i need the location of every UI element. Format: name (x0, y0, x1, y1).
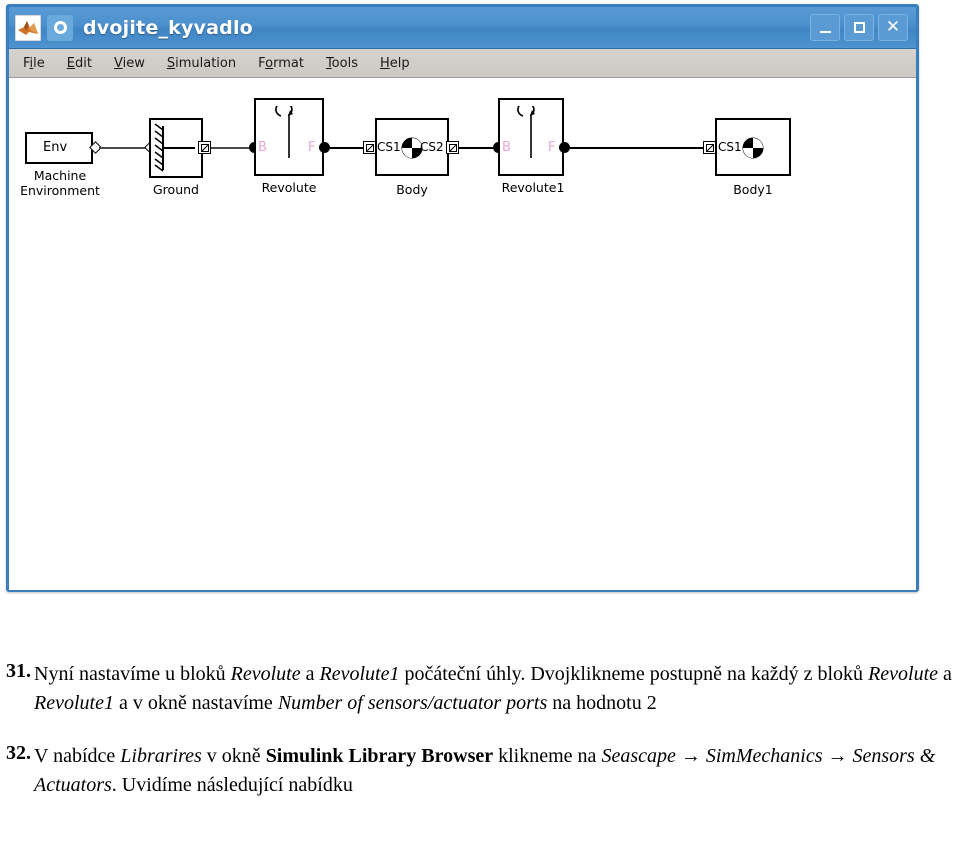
menu-item-help[interactable]: Help (380, 56, 410, 71)
body-label: Body (396, 182, 428, 197)
body-inner-label-cs1: CS1 (377, 140, 401, 154)
minimize-button[interactable] (810, 14, 840, 41)
window-title: dvojite_kyvadlo (83, 16, 253, 39)
menu-item-edit[interactable]: Edit (67, 56, 92, 71)
ground-port-out[interactable] (198, 141, 211, 154)
body1-inner-label-cs1: CS1 (718, 140, 742, 154)
instruction-list: 31. Nyní nastavíme u bloků Revolute a Re… (0, 660, 959, 804)
wire-revolute1-to-body1[interactable] (567, 147, 707, 149)
menu-item-view[interactable]: View (114, 56, 145, 71)
revolute1-joint-icon (517, 106, 535, 158)
menu-item-tools[interactable]: Tools (326, 56, 358, 71)
ground-label: Ground (153, 182, 199, 197)
revolute1-port-label-b: B (502, 140, 511, 155)
revolute-port-label-b: B (258, 140, 267, 155)
menu-item-simulation[interactable]: Simulation (167, 56, 236, 71)
revolute1-port-label-f: F (548, 140, 556, 155)
instruction-item-32: 32. V nabídce Librarires v okně Simulink… (0, 742, 959, 800)
connection-port-icon (448, 143, 457, 152)
matlab-membrane-icon (15, 14, 41, 41)
wire-revolute-to-body[interactable] (327, 147, 367, 149)
connection-port-icon (705, 143, 714, 152)
connection-port-icon (365, 143, 374, 152)
menubar: File Edit View Simulation Format Tools H… (9, 49, 916, 78)
body1-cg-icon (742, 137, 764, 159)
maximize-icon (853, 22, 865, 33)
instruction-text-32: V nabídce Librarires v okně Simulink Lib… (34, 745, 936, 796)
instruction-item-31: 31. Nyní nastavíme u bloků Revolute a Re… (0, 660, 959, 718)
instruction-number-32: 32. (6, 742, 31, 764)
simulink-ring-icon (47, 14, 73, 41)
body1-label: Body1 (733, 182, 773, 197)
ring-shape (53, 21, 67, 34)
menu-item-file[interactable]: File (23, 56, 45, 71)
simulink-model-window: dvojite_kyvadlo ✕ File Edit View Simulat… (6, 4, 919, 592)
close-icon: ✕ (885, 17, 901, 37)
machine-environment-inner-label: Env (43, 140, 68, 155)
connection-port-icon (200, 143, 209, 152)
minimize-icon (819, 30, 831, 33)
revolute-port-label-f: F (308, 140, 316, 155)
body-port-cs2[interactable] (446, 141, 459, 154)
window-controls: ✕ (810, 14, 908, 41)
model-canvas[interactable]: Env Machine Environment Ground B F Revol… (9, 78, 916, 590)
instruction-number-31: 31. (6, 660, 31, 682)
machine-environment-label: Machine Environment (20, 168, 100, 198)
revolute-joint-icon (275, 106, 293, 158)
menu-item-format[interactable]: Format (258, 56, 304, 71)
body-inner-label-cs2: CS2 (420, 140, 444, 154)
revolute1-label: Revolute1 (501, 180, 565, 195)
close-button[interactable]: ✕ (878, 14, 908, 41)
ground-symbol-icon (154, 123, 195, 172)
maximize-button[interactable] (844, 14, 874, 41)
instruction-text-31: Nyní nastavíme u bloků Revolute a Revolu… (34, 663, 952, 714)
revolute-label: Revolute (261, 180, 317, 195)
window-titlebar[interactable]: dvojite_kyvadlo ✕ (9, 7, 916, 49)
